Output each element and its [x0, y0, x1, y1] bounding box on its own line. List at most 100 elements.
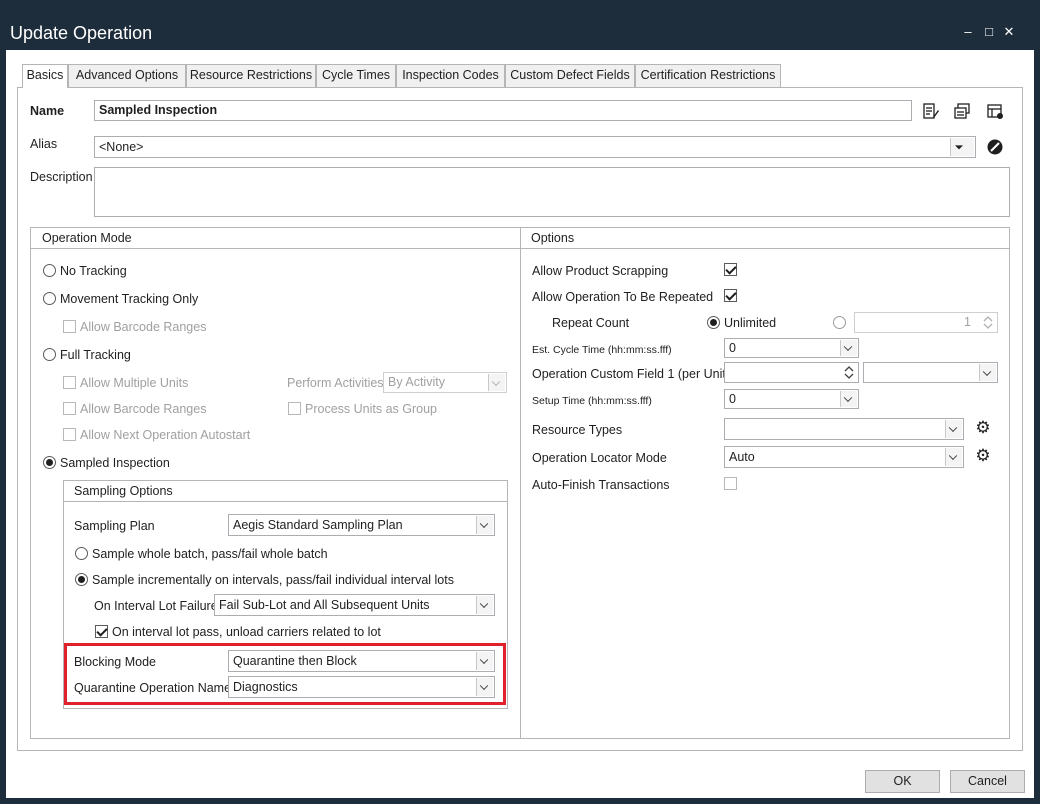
- chevron-down-icon[interactable]: [950, 138, 974, 156]
- description-label: Description: [30, 170, 93, 184]
- minimize-icon[interactable]: –: [960, 24, 976, 40]
- process-units-as-group-label: Process Units as Group: [305, 402, 437, 416]
- chevron-down-icon[interactable]: [979, 364, 996, 381]
- title-bar: [0, 0, 1040, 50]
- locator-mode-value: Auto: [729, 450, 755, 464]
- full-tracking-label: Full Tracking: [60, 348, 131, 362]
- movement-allow-barcode-ranges-checkbox[interactable]: [63, 320, 76, 333]
- repeat-count-label: Repeat Count: [552, 316, 630, 330]
- chevron-down-icon[interactable]: [840, 340, 857, 356]
- sample-whole-batch-label: Sample whole batch, pass/fail whole batc…: [92, 547, 328, 561]
- maximize-icon[interactable]: □: [981, 24, 997, 40]
- movement-allow-barcode-ranges-label: Allow Barcode Ranges: [80, 320, 207, 334]
- est-cycle-time-label: Est. Cycle Time (hh:mm:ss.fff): [532, 344, 672, 356]
- allow-operation-repeated-checkbox[interactable]: [724, 289, 737, 302]
- spinner-arrows-icon[interactable]: [843, 364, 855, 381]
- sampled-inspection-radio[interactable]: [43, 456, 56, 469]
- repeat-unlimited-label: Unlimited: [724, 316, 777, 330]
- movement-tracking-radio[interactable]: [43, 292, 56, 305]
- allow-product-scrapping-label: Allow Product Scrapping: [532, 264, 669, 278]
- custom-field-label: Operation Custom Field 1 (per Unit): [532, 367, 730, 381]
- alias-label: Alias: [30, 137, 58, 151]
- tab-custom-defect-fields[interactable]: Custom Defect Fields: [505, 64, 635, 87]
- unload-carriers-label: On interval lot pass, unload carriers re…: [112, 625, 381, 639]
- allow-next-operation-autostart-label: Allow Next Operation Autostart: [80, 428, 251, 442]
- sampling-plan-value: Aegis Standard Sampling Plan: [233, 518, 403, 532]
- tab-cycle-times[interactable]: Cycle Times: [316, 64, 396, 87]
- unload-carriers-checkbox[interactable]: [95, 625, 108, 638]
- perform-activities-label: Perform Activities: [287, 376, 384, 390]
- table-view-icon[interactable]: [986, 102, 1004, 120]
- sample-whole-batch-radio[interactable]: [75, 547, 88, 560]
- full-tracking-radio[interactable]: [43, 348, 56, 361]
- options-header: Options: [521, 228, 1009, 249]
- tab-basics[interactable]: Basics: [22, 64, 68, 88]
- operation-mode-header: Operation Mode: [31, 228, 520, 249]
- setup-time-label: Setup Time (hh:mm:ss.fff): [532, 395, 652, 407]
- chevron-down-icon[interactable]: [945, 448, 962, 466]
- tab-advanced-options[interactable]: Advanced Options: [68, 64, 186, 87]
- alias-combobox[interactable]: <None>: [94, 136, 976, 158]
- sampling-plan-label: Sampling Plan: [74, 519, 155, 533]
- copy-record-icon[interactable]: [953, 102, 971, 120]
- quarantine-operation-name-combobox[interactable]: Diagnostics: [228, 676, 495, 698]
- chevron-down-icon[interactable]: [476, 596, 493, 614]
- window-title: Update Operation: [10, 23, 153, 43]
- no-tracking-radio[interactable]: [43, 264, 56, 277]
- repeat-count-radio[interactable]: [833, 316, 846, 329]
- resource-types-combobox[interactable]: [724, 418, 964, 440]
- est-cycle-time-input[interactable]: 0: [724, 338, 859, 358]
- blocking-mode-combobox[interactable]: Quarantine then Block: [228, 650, 495, 672]
- name-label: Name: [30, 104, 65, 118]
- custom-field-unit-combobox[interactable]: [863, 362, 998, 383]
- sampling-plan-combobox[interactable]: Aegis Standard Sampling Plan: [228, 514, 495, 536]
- list-edit-icon[interactable]: [922, 102, 940, 120]
- setup-time-value: 0: [729, 392, 736, 406]
- repeat-unlimited-radio[interactable]: [707, 316, 720, 329]
- chevron-down-icon[interactable]: [840, 391, 857, 407]
- quarantine-operation-name-label: Quarantine Operation Name: [74, 681, 232, 695]
- tab-inspection-codes[interactable]: Inspection Codes: [396, 64, 505, 87]
- active-tab-connector: [23, 86, 67, 88]
- auto-finish-checkbox[interactable]: [724, 477, 737, 490]
- allow-operation-repeated-label: Allow Operation To Be Repeated: [532, 290, 714, 304]
- alias-value: <None>: [99, 140, 144, 154]
- allow-product-scrapping-checkbox[interactable]: [724, 263, 737, 276]
- locator-mode-combobox[interactable]: Auto: [724, 446, 964, 468]
- sample-incrementally-label: Sample incrementally on intervals, pass/…: [92, 573, 454, 587]
- process-units-as-group-checkbox[interactable]: [288, 402, 301, 415]
- tab-certification-restrictions[interactable]: Certification Restrictions: [635, 64, 781, 87]
- allow-multiple-units-checkbox[interactable]: [63, 376, 76, 389]
- tab-resource-restrictions[interactable]: Resource Restrictions: [186, 64, 316, 87]
- gear-icon[interactable]: ⚙: [974, 447, 992, 465]
- chevron-down-icon[interactable]: [476, 678, 493, 696]
- ok-button[interactable]: OK: [865, 770, 940, 793]
- sampled-inspection-label: Sampled Inspection: [60, 456, 170, 470]
- name-input[interactable]: Sampled Inspection: [94, 100, 912, 121]
- allow-next-operation-autostart-checkbox[interactable]: [63, 428, 76, 441]
- auto-finish-label: Auto-Finish Transactions: [532, 478, 670, 492]
- movement-tracking-label: Movement Tracking Only: [60, 292, 199, 306]
- cancel-button[interactable]: Cancel: [950, 770, 1025, 793]
- quarantine-operation-name-value: Diagnostics: [233, 680, 298, 694]
- blocking-mode-label: Blocking Mode: [74, 655, 156, 669]
- spinner-arrows-icon[interactable]: [982, 314, 994, 331]
- close-icon[interactable]: ✕: [1001, 24, 1017, 40]
- allow-multiple-units-label: Allow Multiple Units: [80, 376, 189, 390]
- repeat-count-spinner[interactable]: 1: [854, 312, 998, 333]
- chevron-down-icon[interactable]: [945, 420, 962, 438]
- on-interval-lot-failure-combobox[interactable]: Fail Sub-Lot and All Subsequent Units: [214, 594, 495, 616]
- full-allow-barcode-ranges-checkbox[interactable]: [63, 402, 76, 415]
- chevron-down-icon[interactable]: [476, 652, 493, 670]
- description-textarea[interactable]: [94, 167, 1010, 217]
- clear-alias-icon[interactable]: [986, 138, 1004, 156]
- chevron-down-icon[interactable]: [476, 516, 493, 534]
- est-cycle-time-value: 0: [729, 341, 736, 355]
- no-tracking-label: No Tracking: [60, 264, 127, 278]
- perform-activities-combobox[interactable]: By Activity: [383, 372, 507, 393]
- setup-time-input[interactable]: 0: [724, 389, 859, 409]
- sample-incrementally-radio[interactable]: [75, 573, 88, 586]
- custom-field-input[interactable]: [724, 362, 859, 383]
- gear-icon[interactable]: ⚙: [974, 419, 992, 437]
- chevron-down-icon[interactable]: [488, 374, 505, 391]
